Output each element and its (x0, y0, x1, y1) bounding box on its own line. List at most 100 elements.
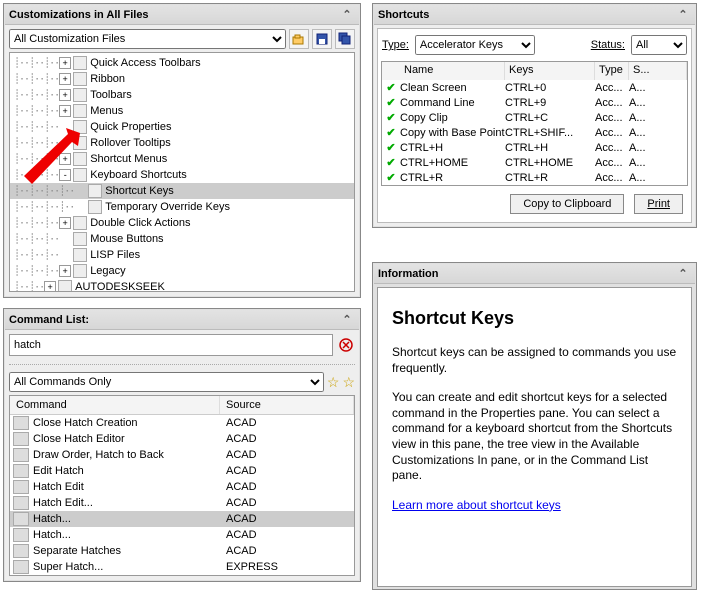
customizations-tree[interactable]: ┊··┊··┊··+Quick Access Toolbars┊··┊··┊··… (9, 52, 355, 292)
tree-item[interactable]: ┊··┊··┊··+Menus (10, 103, 354, 119)
col-type[interactable]: Type (595, 62, 629, 80)
col-name[interactable]: Name (400, 62, 505, 80)
expand-icon[interactable]: + (59, 265, 71, 277)
sc-keys: CTRL+SHIF... (505, 127, 595, 139)
expand-icon[interactable]: + (59, 57, 71, 69)
tree-item[interactable]: ┊··┊··┊··-Keyboard Shortcuts (10, 167, 354, 183)
tree-item[interactable]: ┊··┊··┊··+Quick Access Toolbars (10, 55, 354, 71)
shortcut-row[interactable]: ✔Command LineCTRL+9Acc...A... (382, 95, 687, 110)
learn-more-link[interactable]: Learn more about shortcut keys (392, 498, 561, 512)
type-label: Type: (382, 39, 409, 51)
tooltip-icon (73, 136, 87, 150)
expand-icon[interactable]: + (44, 281, 56, 292)
command-source: ACAD (226, 497, 354, 509)
open-file-icon[interactable] (289, 29, 309, 49)
command-source: ACAD (226, 465, 354, 477)
expand-icon[interactable]: + (59, 217, 71, 229)
shortcut-row[interactable]: ✔CTRL+HOMECTRL+HOMEAcc...A... (382, 155, 687, 170)
clear-search-icon[interactable] (337, 336, 355, 354)
tree-item[interactable]: ┊··┊··┊··+Legacy (10, 263, 354, 279)
blank-icon (13, 544, 29, 558)
command-source: EXPRESS (226, 561, 354, 573)
command-row[interactable]: Edit HatchACAD (10, 463, 354, 479)
expand-icon[interactable]: + (59, 105, 71, 117)
expand-icon[interactable]: - (59, 169, 71, 181)
command-row[interactable]: Draw Order, Hatch to BackACAD (10, 447, 354, 463)
expand-icon[interactable]: + (59, 153, 71, 165)
tree-label: Rollover Tooltips (90, 137, 171, 149)
information-panel: Information ⌃ Shortcut Keys Shortcut key… (372, 262, 697, 590)
tree-label: Menus (90, 105, 123, 117)
command-search-input[interactable] (9, 334, 333, 356)
print-button[interactable]: Print (634, 194, 683, 214)
shortcut-row[interactable]: ✔CTRL+RCTRL+RAcc...A... (382, 170, 687, 185)
information-title: Information (378, 264, 439, 284)
lisp-icon (73, 248, 87, 262)
command-row[interactable]: Hatch EditACAD (10, 479, 354, 495)
col-source[interactable]: S... (629, 62, 687, 80)
status-label: Status: (591, 39, 625, 51)
customizations-title: Customizations in All Files (9, 5, 149, 25)
customization-files-combo[interactable]: All Customization Files (9, 29, 286, 49)
command-row[interactable]: Hatch Edit...ACAD (10, 495, 354, 511)
tree-item[interactable]: ┊··┊··┊··+Shortcut Menus (10, 151, 354, 167)
command-list-panel: Command List: ⌃ All Commands Only ☆ ☆ Co… (3, 308, 361, 582)
shortcut-row[interactable]: ✔CTRL+HCTRL+HAcc...A... (382, 140, 687, 155)
tree-item[interactable]: ┊··┊··┊··+Ribbon (10, 71, 354, 87)
column-command[interactable]: Command (10, 396, 220, 414)
tree-item[interactable]: ┊··┊··┊··Mouse Buttons (10, 231, 354, 247)
x-icon (13, 432, 29, 446)
shortcut-row[interactable]: ✔Copy ClipCTRL+CAcc...A... (382, 110, 687, 125)
shortcut-row[interactable]: ✔Copy with Base PointCTRL+SHIF...Acc...A… (382, 125, 687, 140)
new-command-icon[interactable]: ☆ (327, 374, 340, 391)
check-icon: ✔ (382, 171, 400, 184)
copy-to-clipboard-button[interactable]: Copy to Clipboard (510, 194, 624, 214)
command-grid[interactable]: Command Source Close Hatch CreationACADC… (9, 395, 355, 576)
command-row[interactable]: Hatch...ACAD (10, 511, 354, 527)
col-keys[interactable]: Keys (505, 62, 595, 80)
shortcuts-table[interactable]: Name Keys Type S... ✔Clean ScreenCTRL+0A… (381, 61, 688, 186)
toolbar-icon (73, 88, 87, 102)
tree-item[interactable]: ┊··┊··┊··Rollover Tooltips (10, 135, 354, 151)
expand-icon[interactable]: + (59, 73, 71, 85)
save-all-icon[interactable] (335, 29, 355, 49)
expand-icon[interactable]: + (59, 89, 71, 101)
shortcut-row[interactable]: ✔Clean ScreenCTRL+0Acc...A... (382, 80, 687, 95)
command-list-title: Command List: (9, 310, 89, 330)
tree-item[interactable]: ┊··┊··┊··LISP Files (10, 247, 354, 263)
tree-item[interactable]: ┊··┊··┊··┊··Temporary Override Keys (10, 199, 354, 215)
tree-item[interactable]: ┊··┊··+AUTODESKSEEK (10, 279, 354, 292)
tree-label: Shortcut Keys (105, 185, 173, 197)
status-combo[interactable]: All (631, 35, 687, 55)
tree-item[interactable]: ┊··┊··┊··Quick Properties (10, 119, 354, 135)
sc-source: A... (629, 82, 687, 94)
sc-source: A... (629, 112, 687, 124)
save-icon[interactable] (312, 29, 332, 49)
collapse-icon[interactable]: ⌃ (675, 5, 691, 25)
command-filter-combo[interactable]: All Commands Only (9, 372, 324, 392)
command-row[interactable]: Hatch...ACAD (10, 527, 354, 543)
find-command-icon[interactable]: ☆ (342, 374, 355, 391)
sc-type: Acc... (595, 82, 629, 94)
command-row[interactable]: Separate HatchesACAD (10, 543, 354, 559)
command-name: Hatch... (33, 529, 226, 541)
tree-item[interactable]: ┊··┊··┊··┊··Shortcut Keys (10, 183, 354, 199)
check-icon: ✔ (382, 126, 400, 139)
tree-item[interactable]: ┊··┊··┊··+Toolbars (10, 87, 354, 103)
tree-item[interactable]: ┊··┊··┊··+Double Click Actions (10, 215, 354, 231)
collapse-icon[interactable]: ⌃ (339, 5, 355, 25)
collapse-icon[interactable]: ⌃ (339, 310, 355, 330)
command-row[interactable]: Close Hatch EditorACAD (10, 431, 354, 447)
column-headers[interactable]: Command Source (10, 396, 354, 415)
column-source[interactable]: Source (220, 396, 354, 414)
tree-label: AUTODESKSEEK (75, 281, 165, 292)
tree-label: Toolbars (90, 89, 132, 101)
type-combo[interactable]: Accelerator Keys (415, 35, 535, 55)
command-row[interactable]: Super Hatch...EXPRESS (10, 559, 354, 575)
hatch-icon (13, 528, 29, 542)
sc-keys: CTRL+H (505, 142, 595, 154)
customizations-header: Customizations in All Files ⌃ (5, 5, 359, 25)
shortcuts-columns[interactable]: Name Keys Type S... (382, 62, 687, 80)
command-row[interactable]: Close Hatch CreationACAD (10, 415, 354, 431)
collapse-icon[interactable]: ⌃ (675, 264, 691, 284)
